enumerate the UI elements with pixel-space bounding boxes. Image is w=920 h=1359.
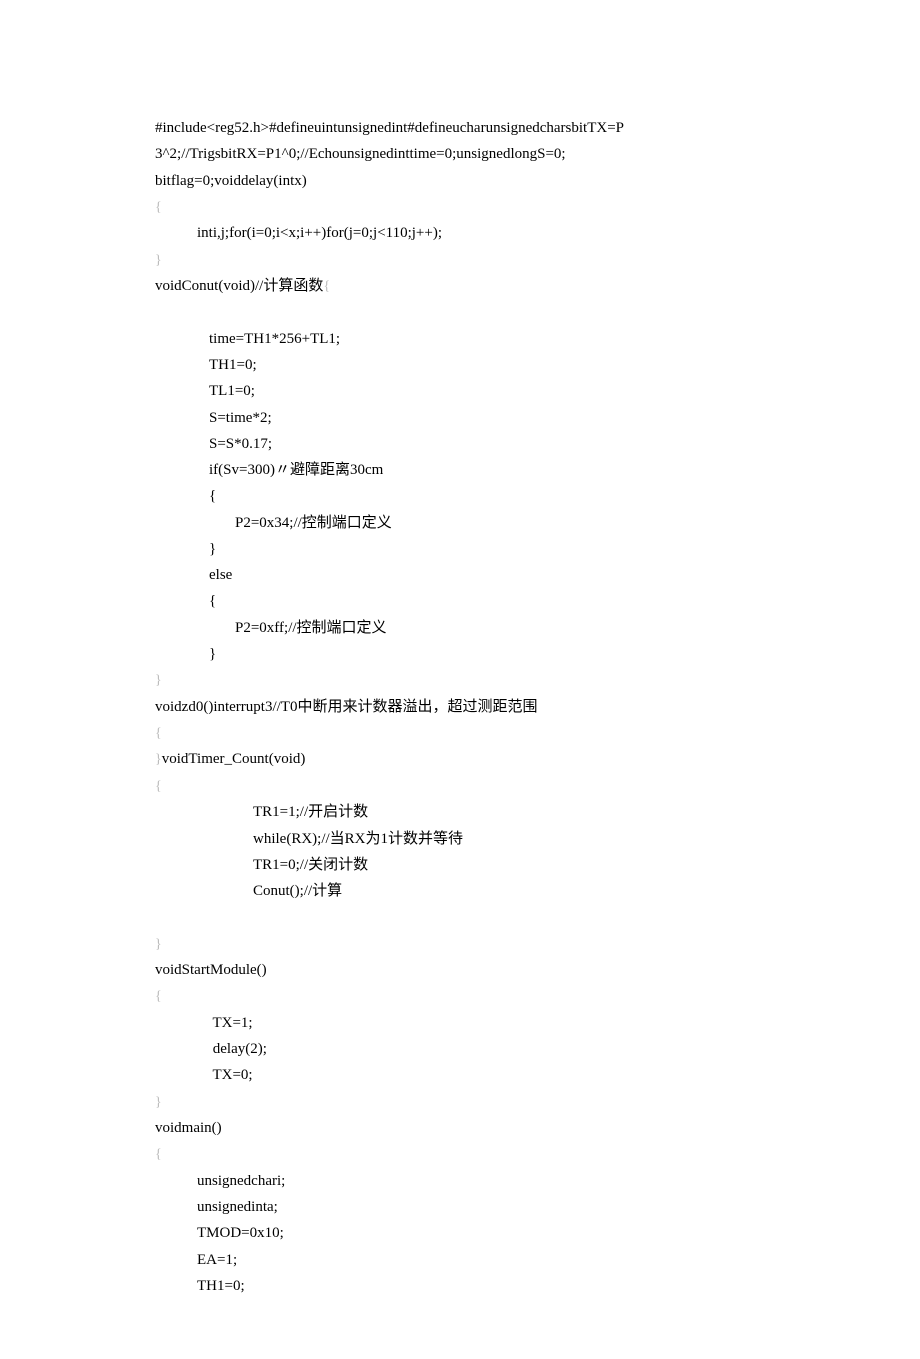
code-line: 3^2;//TrigsbitRX=P1^0;//Echounsignedintt… (155, 141, 765, 167)
code-text: 3^2;//TrigsbitRX=P1^0;//Echounsignedintt… (155, 146, 566, 162)
code-line: { (155, 720, 765, 747)
code-text: unsignedchari; (197, 1173, 285, 1189)
document-page: #include<reg52.h>#defineuintunsignedint#… (0, 0, 920, 1359)
code-text: } (209, 541, 216, 557)
code-text: voidStartModule() (155, 962, 267, 978)
code-line: bitflag=0;voiddelay(intx) (155, 168, 765, 194)
code-text: Conut();//计算 (253, 883, 342, 899)
code-block: #include<reg52.h>#defineuintunsignedint#… (155, 115, 765, 1299)
code-line: { (155, 483, 765, 509)
brace-char: } (155, 937, 162, 952)
code-text: P2=0x34;//控制端口定义 (235, 515, 392, 531)
code-line: TH1=0; (155, 1273, 765, 1299)
brace-char: } (155, 752, 162, 767)
brace-char: { (155, 989, 162, 1004)
brace-char: { (323, 279, 330, 294)
brace-char: } (155, 1095, 162, 1110)
code-text: TR1=0;//关闭计数 (253, 857, 368, 873)
code-line: TX=1; (155, 1010, 765, 1036)
code-text: TL1=0; (209, 383, 255, 399)
code-line: { (155, 1141, 765, 1168)
code-text: S=time*2; (209, 410, 272, 426)
code-text: voidmain() (155, 1120, 222, 1136)
code-line: }voidTimer_Count(void) (155, 746, 765, 773)
code-line: TR1=0;//关闭计数 (155, 852, 765, 878)
code-line: time=TH1*256+TL1; (155, 326, 765, 352)
code-text: S=S*0.17; (209, 436, 272, 452)
code-line: P2=0x34;//控制端口定义 (155, 510, 765, 536)
code-line: } (155, 247, 765, 274)
brace-char: } (155, 253, 162, 268)
code-text: voidTimer_Count(void) (162, 751, 306, 767)
code-line: EA=1; (155, 1247, 765, 1273)
code-line: TR1=1;//开启计数 (155, 799, 765, 825)
code-text: TMOD=0x10; (197, 1225, 284, 1241)
code-line: TL1=0; (155, 378, 765, 404)
code-line: } (155, 1089, 765, 1116)
code-line: { (155, 194, 765, 221)
code-line: voidStartModule() (155, 957, 765, 983)
brace-char: { (155, 779, 162, 794)
code-line: { (155, 588, 765, 614)
code-text: TX=1; (209, 1015, 253, 1031)
code-line: voidzd0()interrupt3//T0中断用来计数器溢出，超过测距范围 (155, 694, 765, 720)
code-text: } (209, 646, 216, 662)
brace-char: { (155, 1147, 162, 1162)
code-line: TH1=0; (155, 352, 765, 378)
code-line: voidmain() (155, 1115, 765, 1141)
code-line: delay(2); (155, 1036, 765, 1062)
code-line: while(RX);//当RX为1计数并等待 (155, 826, 765, 852)
code-line: else (155, 562, 765, 588)
code-text: TH1=0; (209, 357, 257, 373)
code-text: { (209, 488, 216, 504)
code-text: { (209, 593, 216, 609)
code-line: voidConut(void)//计算函数{ (155, 273, 765, 300)
brace-char: { (155, 200, 162, 215)
code-line: unsignedinta; (155, 1194, 765, 1220)
code-line: inti,j;for(i=0;i<x;i++)for(j=0;j<110;j++… (155, 220, 765, 246)
code-line: } (155, 536, 765, 562)
code-line (155, 300, 765, 326)
code-line: #include<reg52.h>#defineuintunsignedint#… (155, 115, 765, 141)
code-line: Conut();//计算 (155, 878, 765, 904)
code-text: else (209, 567, 232, 583)
code-text: TR1=1;//开启计数 (253, 804, 368, 820)
code-text: delay(2); (209, 1041, 267, 1057)
code-line: S=time*2; (155, 405, 765, 431)
code-text: P2=0xff;//控制端口定义 (235, 620, 387, 636)
code-line: S=S*0.17; (155, 431, 765, 457)
code-line: TX=0; (155, 1062, 765, 1088)
code-text: unsignedinta; (197, 1199, 278, 1215)
code-text: inti,j;for(i=0;i<x;i++)for(j=0;j<110;j++… (197, 225, 442, 241)
code-text: EA=1; (197, 1252, 237, 1268)
code-text: voidzd0()interrupt3//T0中断用来计数器溢出，超过测距范围 (155, 699, 537, 715)
code-text: bitflag=0;voiddelay(intx) (155, 173, 307, 189)
code-text: voidConut(void)//计算函数 (155, 278, 323, 294)
code-text: TH1=0; (197, 1278, 245, 1294)
code-line: unsignedchari; (155, 1168, 765, 1194)
code-text: #include<reg52.h>#defineuintunsignedint#… (155, 120, 624, 136)
code-line: P2=0xff;//控制端口定义 (155, 615, 765, 641)
code-line: { (155, 773, 765, 800)
brace-char: } (155, 673, 162, 688)
code-line (155, 904, 765, 930)
code-line: TMOD=0x10; (155, 1220, 765, 1246)
code-text: if(Sv=300)〃避障距离30cm (209, 462, 383, 478)
code-line: } (155, 667, 765, 694)
code-text: while(RX);//当RX为1计数并等待 (253, 831, 463, 847)
brace-char: { (155, 726, 162, 741)
code-line: } (155, 931, 765, 958)
code-line: if(Sv=300)〃避障距离30cm (155, 457, 765, 483)
code-line: } (155, 641, 765, 667)
code-text: TX=0; (209, 1067, 253, 1083)
code-text: time=TH1*256+TL1; (209, 331, 340, 347)
code-line: { (155, 983, 765, 1010)
